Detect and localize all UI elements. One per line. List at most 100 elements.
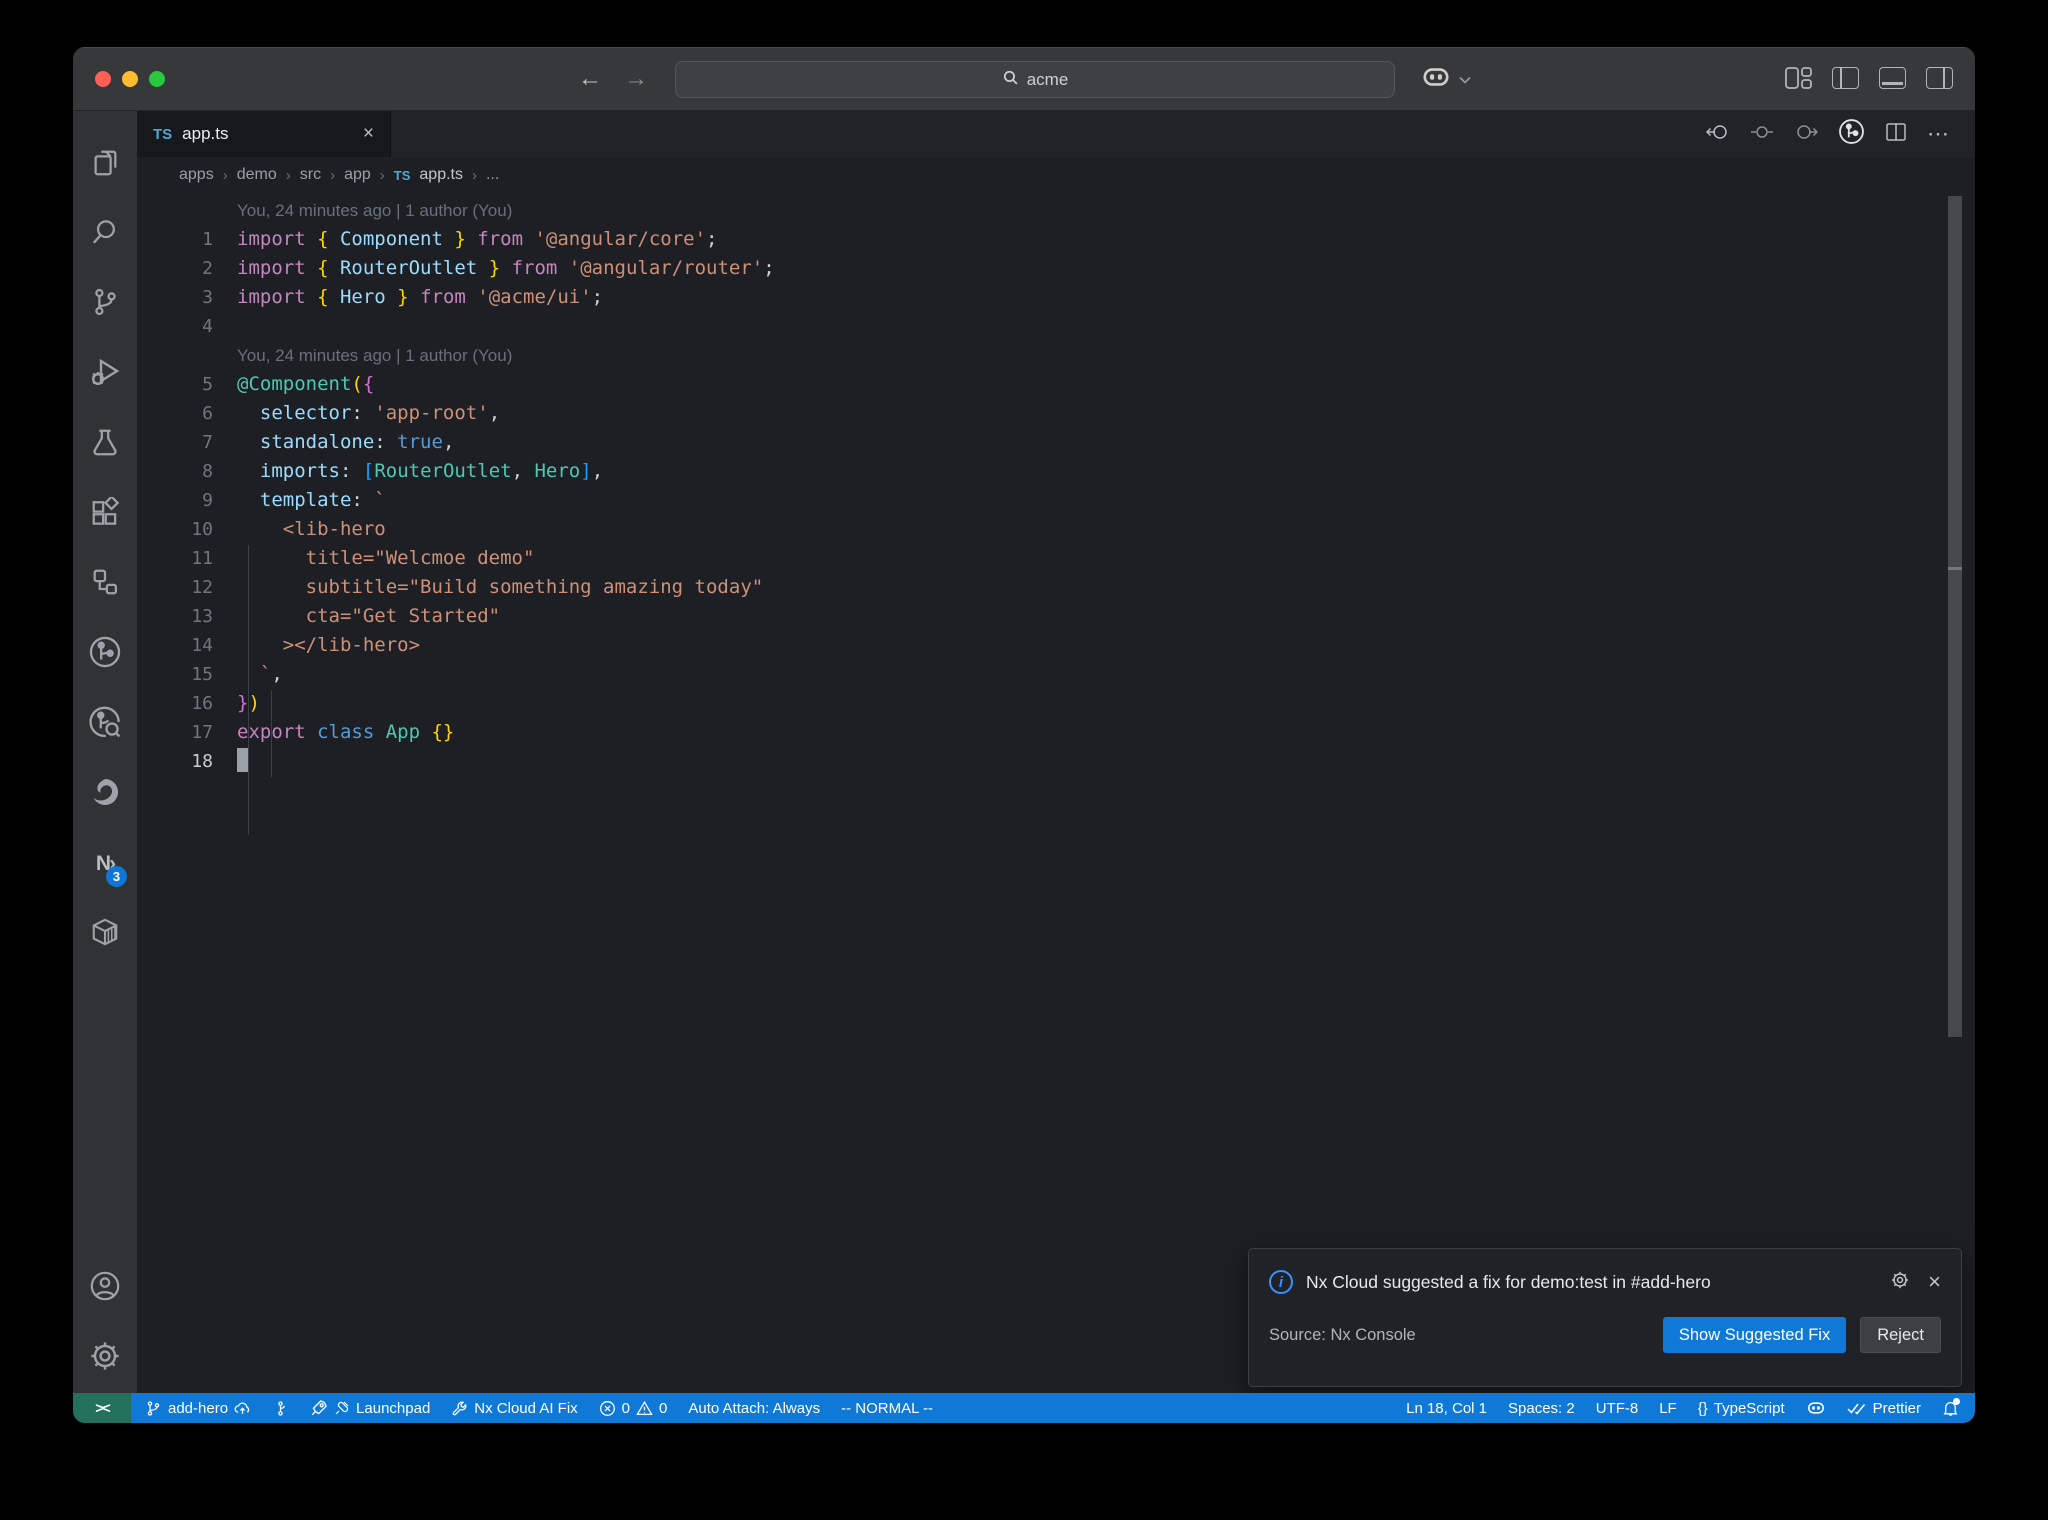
sidebar-item-source-control[interactable] <box>81 269 129 339</box>
more-actions-icon[interactable]: ⋯ <box>1927 121 1949 147</box>
toggle-panel-button[interactable] <box>1879 67 1906 89</box>
command-center-search[interactable]: acme <box>675 61 1395 98</box>
code-row: 1 import { Component } from '@angular/cor… <box>202 228 718 250</box>
notification-toast: i Nx Cloud suggested a fix for demo:test… <box>1248 1248 1962 1387</box>
split-editor-icon[interactable] <box>1885 122 1907 147</box>
nx-run-target-icon[interactable] <box>1838 118 1865 150</box>
nx-cloud-fix-status[interactable]: Nx Cloud AI Fix <box>451 1400 578 1417</box>
copilot-menu-button[interactable] <box>1421 63 1471 96</box>
sidebar-item-nx-console[interactable] <box>81 619 129 689</box>
remote-indicator[interactable]: >< <box>73 1393 131 1423</box>
code-row: 5 @Component({ <box>202 373 375 395</box>
launchpad-status[interactable]: Launchpad <box>310 1399 430 1417</box>
language-mode-status[interactable]: {} TypeScript <box>1698 1400 1785 1417</box>
sidebar-item-containers[interactable] <box>81 899 129 969</box>
debug-icon <box>89 356 121 393</box>
sidebar-item-extensions[interactable] <box>81 479 129 549</box>
zoom-window-button[interactable] <box>149 71 165 87</box>
code-row: 3 import { Hero } from '@acme/ui'; <box>202 286 604 308</box>
toggle-primary-sidebar-button[interactable] <box>1832 67 1859 89</box>
nx-badge: 3 <box>106 866 127 887</box>
code-row: 18 <box>137 747 1975 776</box>
minimize-window-button[interactable] <box>122 71 138 87</box>
braces-icon: {} <box>1697 1399 1708 1417</box>
breadcrumb-item[interactable]: demo <box>237 166 277 184</box>
git-branch-status[interactable]: add-hero <box>145 1400 251 1417</box>
copilot-icon <box>1807 1402 1824 1414</box>
wrench-icon <box>452 1401 467 1415</box>
vscode-window: ← → acme N› 3 TS app.ts × ⋯ apps › demo … <box>73 47 1975 1423</box>
extensions-icon <box>90 494 120 532</box>
navigate-forward-button[interactable]: → <box>624 65 648 93</box>
scrollbar-cursor-mark <box>1948 567 1962 570</box>
warning-icon <box>636 1400 653 1415</box>
chevron-right-icon: › <box>222 166 228 184</box>
cursor-position-status[interactable]: Ln 18, Col 1 <box>1406 1400 1487 1417</box>
customize-layout-button[interactable] <box>1785 67 1812 89</box>
sidebar-item-nx[interactable]: N› 3 <box>81 829 129 899</box>
breadcrumb-item[interactable]: app <box>344 166 371 184</box>
nav-back-circle-icon[interactable] <box>1705 122 1730 147</box>
editor[interactable]: You, 24 minutes ago | 1 author (You) 1 imp… <box>137 193 1975 1393</box>
search-icon <box>1002 69 1019 91</box>
tab-app-ts[interactable]: TS app.ts × <box>137 111 391 157</box>
code-row: 13 cta="Get Started" <box>191 605 501 627</box>
sidebar-item-testing[interactable] <box>81 409 129 479</box>
graph-search-icon <box>88 705 122 744</box>
chevron-down-icon <box>1459 71 1471 89</box>
rocket-icon <box>311 1400 327 1416</box>
code-row: 4 <box>202 316 213 337</box>
git-branch-icon <box>90 287 120 322</box>
reject-button[interactable]: Reject <box>1860 1317 1941 1353</box>
nav-forward-circle-icon[interactable] <box>1794 122 1819 147</box>
vim-mode-status[interactable]: -- NORMAL -- <box>841 1400 933 1417</box>
editor-scrollbar[interactable] <box>1948 196 1962 1037</box>
copilot-status[interactable] <box>1806 1399 1826 1417</box>
title-bar: ← → acme <box>73 47 1975 111</box>
window-controls <box>95 71 165 87</box>
breadcrumb-more[interactable]: ... <box>486 166 499 184</box>
encoding-status[interactable]: UTF-8 <box>1596 1400 1639 1417</box>
copilot-icon <box>1421 63 1451 96</box>
code-row: 17 export class App {} <box>191 721 455 743</box>
sidebar-item-search[interactable] <box>81 199 129 269</box>
sidebar-item-run-debug[interactable] <box>81 339 129 409</box>
breadcrumb-item[interactable]: apps <box>179 166 214 184</box>
sidebar-item-explorer[interactable] <box>81 129 129 199</box>
gear-icon <box>89 1340 121 1377</box>
indentation-status[interactable]: Spaces: 2 <box>1508 1400 1575 1417</box>
show-suggested-fix-button[interactable]: Show Suggested Fix <box>1662 1317 1847 1353</box>
sidebar-item-edge-tools[interactable] <box>81 759 129 829</box>
close-notification-icon[interactable]: × <box>1928 1269 1941 1295</box>
source-control-graph-status[interactable] <box>272 1400 289 1417</box>
eol-status[interactable]: LF <box>1659 1400 1677 1417</box>
code-row: 8 imports: [RouterOutlet, Hero], <box>202 460 604 482</box>
notifications-bell[interactable] <box>1942 1397 1960 1417</box>
settings-button[interactable] <box>81 1323 129 1393</box>
code-row: 12 subtitle="Build something amazing tod… <box>191 576 764 598</box>
chevron-right-icon: › <box>379 166 385 184</box>
sidebar-item-commit-graph[interactable] <box>81 689 129 759</box>
close-tab-icon[interactable]: × <box>363 123 374 145</box>
sidebar-item-hierarchy[interactable] <box>81 549 129 619</box>
toggle-secondary-sidebar-button[interactable] <box>1926 67 1953 89</box>
navigate-back-button[interactable]: ← <box>578 65 602 93</box>
code-row: 16}) <box>191 692 260 714</box>
auto-attach-status[interactable]: Auto Attach: Always <box>688 1400 820 1417</box>
tab-bar: TS app.ts × ⋯ <box>137 111 1975 157</box>
close-window-button[interactable] <box>95 71 111 87</box>
blame-row: You, 24 minutes ago | 1 author (You) <box>237 346 513 365</box>
breadcrumb-item[interactable]: src <box>300 166 321 184</box>
notification-settings-gear-icon[interactable] <box>1890 1270 1910 1295</box>
formatter-status[interactable]: Prettier <box>1847 1400 1921 1417</box>
tab-label: app.ts <box>182 124 229 143</box>
problems-status[interactable]: 0 0 <box>599 1400 667 1417</box>
nav-current-circle-icon[interactable] <box>1750 122 1774 147</box>
code-row: 6 selector: 'app-root', <box>202 402 501 424</box>
breadcrumb-file[interactable]: app.ts <box>419 166 463 184</box>
activity-bar: N› 3 <box>73 111 137 1393</box>
accounts-button[interactable] <box>81 1253 129 1323</box>
notification-dot <box>1953 1397 1960 1405</box>
blame-row: You, 24 minutes ago | 1 author (You) <box>237 201 513 220</box>
code-row: 15 `, <box>191 663 283 685</box>
